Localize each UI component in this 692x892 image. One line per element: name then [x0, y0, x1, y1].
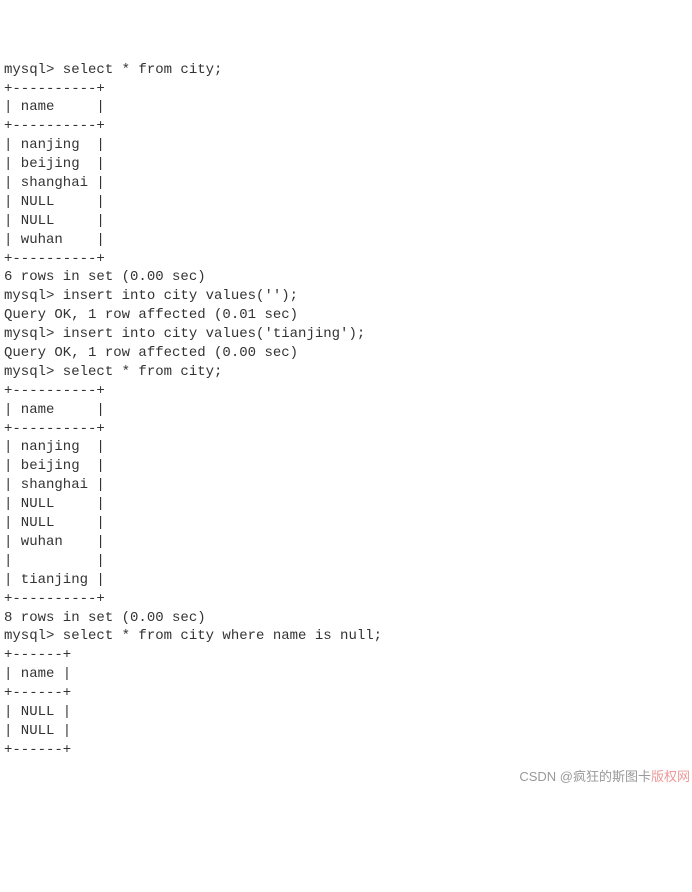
terminal-line: +------+	[4, 684, 692, 703]
terminal-line: | |	[4, 552, 692, 571]
terminal-line: | shanghai |	[4, 476, 692, 495]
terminal-line: | NULL |	[4, 703, 692, 722]
terminal-line: mysql> insert into city values('');	[4, 287, 692, 306]
terminal-line: mysql> select * from city;	[4, 363, 692, 382]
terminal-line: | wuhan |	[4, 231, 692, 250]
terminal-line: +----------+	[4, 382, 692, 401]
terminal-line: | shanghai |	[4, 174, 692, 193]
terminal-line: | tianjing |	[4, 571, 692, 590]
terminal-line: 8 rows in set (0.00 sec)	[4, 609, 692, 628]
terminal-line: +----------+	[4, 80, 692, 99]
mysql-terminal-output: mysql> select * from city;+----------+| …	[4, 61, 692, 760]
terminal-line: | beijing |	[4, 457, 692, 476]
terminal-line: mysql> insert into city values('tianjing…	[4, 325, 692, 344]
terminal-line: +----------+	[4, 420, 692, 439]
terminal-line: | name |	[4, 98, 692, 117]
watermark: CSDN @疯狂的斯图卡版权网	[519, 768, 690, 786]
terminal-line: | NULL |	[4, 514, 692, 533]
terminal-line: | beijing |	[4, 155, 692, 174]
terminal-line: | NULL |	[4, 722, 692, 741]
terminal-line: | NULL |	[4, 495, 692, 514]
terminal-line: | NULL |	[4, 193, 692, 212]
terminal-line: +------+	[4, 646, 692, 665]
terminal-line: 6 rows in set (0.00 sec)	[4, 268, 692, 287]
terminal-line: | NULL |	[4, 212, 692, 231]
terminal-line: | name |	[4, 665, 692, 684]
terminal-line: | wuhan |	[4, 533, 692, 552]
terminal-line: mysql> select * from city;	[4, 61, 692, 80]
terminal-line: +----------+	[4, 117, 692, 136]
terminal-line: | nanjing |	[4, 438, 692, 457]
terminal-line: mysql> select * from city where name is …	[4, 627, 692, 646]
terminal-line: +------+	[4, 741, 692, 760]
terminal-line: | nanjing |	[4, 136, 692, 155]
terminal-line: +----------+	[4, 250, 692, 269]
terminal-line: | name |	[4, 401, 692, 420]
terminal-line: +----------+	[4, 590, 692, 609]
watermark-right: 版权网	[651, 769, 690, 784]
terminal-line: Query OK, 1 row affected (0.01 sec)	[4, 306, 692, 325]
watermark-left: CSDN @疯狂的斯图卡	[519, 769, 651, 784]
terminal-line: Query OK, 1 row affected (0.00 sec)	[4, 344, 692, 363]
